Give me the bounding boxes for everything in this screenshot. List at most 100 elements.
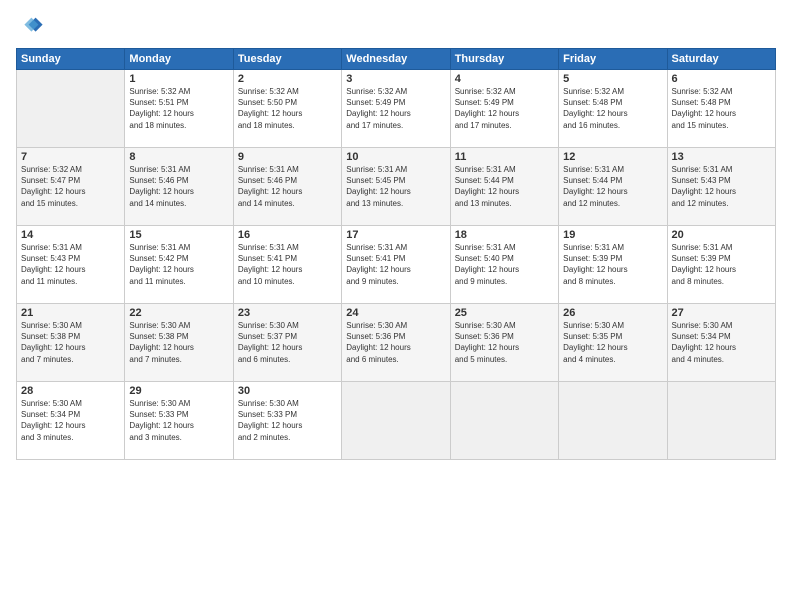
day-info: Sunrise: 5:31 AM Sunset: 5:41 PM Dayligh… xyxy=(346,242,445,287)
day-number: 5 xyxy=(563,73,662,85)
day-info: Sunrise: 5:31 AM Sunset: 5:39 PM Dayligh… xyxy=(672,242,771,287)
day-number: 19 xyxy=(563,229,662,241)
day-number: 18 xyxy=(455,229,554,241)
day-info: Sunrise: 5:30 AM Sunset: 5:33 PM Dayligh… xyxy=(238,398,337,443)
day-number: 6 xyxy=(672,73,771,85)
calendar-week-row: 28Sunrise: 5:30 AM Sunset: 5:34 PM Dayli… xyxy=(17,382,776,460)
day-number: 22 xyxy=(129,307,228,319)
day-info: Sunrise: 5:31 AM Sunset: 5:41 PM Dayligh… xyxy=(238,242,337,287)
weekday-header: Thursday xyxy=(450,49,558,70)
calendar-cell: 21Sunrise: 5:30 AM Sunset: 5:38 PM Dayli… xyxy=(17,304,125,382)
day-number: 7 xyxy=(21,151,120,163)
day-info: Sunrise: 5:32 AM Sunset: 5:50 PM Dayligh… xyxy=(238,86,337,131)
day-info: Sunrise: 5:31 AM Sunset: 5:42 PM Dayligh… xyxy=(129,242,228,287)
header-row: SundayMondayTuesdayWednesdayThursdayFrid… xyxy=(17,49,776,70)
day-info: Sunrise: 5:30 AM Sunset: 5:35 PM Dayligh… xyxy=(563,320,662,365)
weekday-header: Friday xyxy=(559,49,667,70)
calendar-cell: 19Sunrise: 5:31 AM Sunset: 5:39 PM Dayli… xyxy=(559,226,667,304)
day-number: 25 xyxy=(455,307,554,319)
day-info: Sunrise: 5:30 AM Sunset: 5:38 PM Dayligh… xyxy=(21,320,120,365)
day-info: Sunrise: 5:30 AM Sunset: 5:38 PM Dayligh… xyxy=(129,320,228,365)
weekday-header: Monday xyxy=(125,49,233,70)
calendar-cell: 18Sunrise: 5:31 AM Sunset: 5:40 PM Dayli… xyxy=(450,226,558,304)
calendar-cell: 15Sunrise: 5:31 AM Sunset: 5:42 PM Dayli… xyxy=(125,226,233,304)
calendar-week-row: 7Sunrise: 5:32 AM Sunset: 5:47 PM Daylig… xyxy=(17,148,776,226)
day-number: 24 xyxy=(346,307,445,319)
calendar-cell: 3Sunrise: 5:32 AM Sunset: 5:49 PM Daylig… xyxy=(342,70,450,148)
day-number: 12 xyxy=(563,151,662,163)
day-info: Sunrise: 5:31 AM Sunset: 5:44 PM Dayligh… xyxy=(455,164,554,209)
weekday-header: Sunday xyxy=(17,49,125,70)
day-number: 16 xyxy=(238,229,337,241)
calendar-page: SundayMondayTuesdayWednesdayThursdayFrid… xyxy=(0,0,792,612)
day-number: 4 xyxy=(455,73,554,85)
calendar-cell xyxy=(17,70,125,148)
day-number: 29 xyxy=(129,385,228,397)
day-info: Sunrise: 5:31 AM Sunset: 5:46 PM Dayligh… xyxy=(238,164,337,209)
weekday-header: Wednesday xyxy=(342,49,450,70)
day-number: 14 xyxy=(21,229,120,241)
day-info: Sunrise: 5:32 AM Sunset: 5:51 PM Dayligh… xyxy=(129,86,228,131)
day-number: 9 xyxy=(238,151,337,163)
day-info: Sunrise: 5:32 AM Sunset: 5:48 PM Dayligh… xyxy=(563,86,662,131)
calendar-cell: 12Sunrise: 5:31 AM Sunset: 5:44 PM Dayli… xyxy=(559,148,667,226)
day-number: 10 xyxy=(346,151,445,163)
calendar-cell: 24Sunrise: 5:30 AM Sunset: 5:36 PM Dayli… xyxy=(342,304,450,382)
day-number: 28 xyxy=(21,385,120,397)
calendar-cell: 27Sunrise: 5:30 AM Sunset: 5:34 PM Dayli… xyxy=(667,304,775,382)
calendar-cell: 28Sunrise: 5:30 AM Sunset: 5:34 PM Dayli… xyxy=(17,382,125,460)
day-number: 13 xyxy=(672,151,771,163)
calendar-week-row: 1Sunrise: 5:32 AM Sunset: 5:51 PM Daylig… xyxy=(17,70,776,148)
day-info: Sunrise: 5:30 AM Sunset: 5:34 PM Dayligh… xyxy=(672,320,771,365)
calendar-cell: 4Sunrise: 5:32 AM Sunset: 5:49 PM Daylig… xyxy=(450,70,558,148)
calendar-cell: 30Sunrise: 5:30 AM Sunset: 5:33 PM Dayli… xyxy=(233,382,341,460)
day-info: Sunrise: 5:30 AM Sunset: 5:36 PM Dayligh… xyxy=(346,320,445,365)
calendar-cell xyxy=(559,382,667,460)
day-number: 20 xyxy=(672,229,771,241)
calendar-cell: 16Sunrise: 5:31 AM Sunset: 5:41 PM Dayli… xyxy=(233,226,341,304)
day-info: Sunrise: 5:31 AM Sunset: 5:44 PM Dayligh… xyxy=(563,164,662,209)
day-info: Sunrise: 5:31 AM Sunset: 5:43 PM Dayligh… xyxy=(672,164,771,209)
day-info: Sunrise: 5:31 AM Sunset: 5:43 PM Dayligh… xyxy=(21,242,120,287)
calendar-table: SundayMondayTuesdayWednesdayThursdayFrid… xyxy=(16,48,776,460)
calendar-cell: 1Sunrise: 5:32 AM Sunset: 5:51 PM Daylig… xyxy=(125,70,233,148)
day-number: 1 xyxy=(129,73,228,85)
calendar-cell: 10Sunrise: 5:31 AM Sunset: 5:45 PM Dayli… xyxy=(342,148,450,226)
day-number: 21 xyxy=(21,307,120,319)
day-number: 8 xyxy=(129,151,228,163)
calendar-cell: 25Sunrise: 5:30 AM Sunset: 5:36 PM Dayli… xyxy=(450,304,558,382)
day-info: Sunrise: 5:30 AM Sunset: 5:37 PM Dayligh… xyxy=(238,320,337,365)
day-number: 27 xyxy=(672,307,771,319)
calendar-cell: 8Sunrise: 5:31 AM Sunset: 5:46 PM Daylig… xyxy=(125,148,233,226)
calendar-cell: 14Sunrise: 5:31 AM Sunset: 5:43 PM Dayli… xyxy=(17,226,125,304)
day-number: 30 xyxy=(238,385,337,397)
logo xyxy=(16,12,48,40)
day-number: 2 xyxy=(238,73,337,85)
calendar-cell: 6Sunrise: 5:32 AM Sunset: 5:48 PM Daylig… xyxy=(667,70,775,148)
day-info: Sunrise: 5:32 AM Sunset: 5:47 PM Dayligh… xyxy=(21,164,120,209)
calendar-cell: 9Sunrise: 5:31 AM Sunset: 5:46 PM Daylig… xyxy=(233,148,341,226)
calendar-cell: 13Sunrise: 5:31 AM Sunset: 5:43 PM Dayli… xyxy=(667,148,775,226)
calendar-cell: 29Sunrise: 5:30 AM Sunset: 5:33 PM Dayli… xyxy=(125,382,233,460)
calendar-cell: 7Sunrise: 5:32 AM Sunset: 5:47 PM Daylig… xyxy=(17,148,125,226)
day-info: Sunrise: 5:30 AM Sunset: 5:33 PM Dayligh… xyxy=(129,398,228,443)
day-number: 3 xyxy=(346,73,445,85)
calendar-cell: 26Sunrise: 5:30 AM Sunset: 5:35 PM Dayli… xyxy=(559,304,667,382)
calendar-week-row: 21Sunrise: 5:30 AM Sunset: 5:38 PM Dayli… xyxy=(17,304,776,382)
calendar-cell xyxy=(342,382,450,460)
calendar-cell xyxy=(450,382,558,460)
calendar-cell: 23Sunrise: 5:30 AM Sunset: 5:37 PM Dayli… xyxy=(233,304,341,382)
header xyxy=(16,12,776,40)
calendar-cell xyxy=(667,382,775,460)
calendar-cell: 22Sunrise: 5:30 AM Sunset: 5:38 PM Dayli… xyxy=(125,304,233,382)
day-info: Sunrise: 5:31 AM Sunset: 5:46 PM Dayligh… xyxy=(129,164,228,209)
day-info: Sunrise: 5:31 AM Sunset: 5:40 PM Dayligh… xyxy=(455,242,554,287)
calendar-week-row: 14Sunrise: 5:31 AM Sunset: 5:43 PM Dayli… xyxy=(17,226,776,304)
weekday-header: Saturday xyxy=(667,49,775,70)
day-info: Sunrise: 5:31 AM Sunset: 5:45 PM Dayligh… xyxy=(346,164,445,209)
day-number: 17 xyxy=(346,229,445,241)
day-info: Sunrise: 5:31 AM Sunset: 5:39 PM Dayligh… xyxy=(563,242,662,287)
day-info: Sunrise: 5:32 AM Sunset: 5:48 PM Dayligh… xyxy=(672,86,771,131)
day-number: 11 xyxy=(455,151,554,163)
calendar-cell: 17Sunrise: 5:31 AM Sunset: 5:41 PM Dayli… xyxy=(342,226,450,304)
